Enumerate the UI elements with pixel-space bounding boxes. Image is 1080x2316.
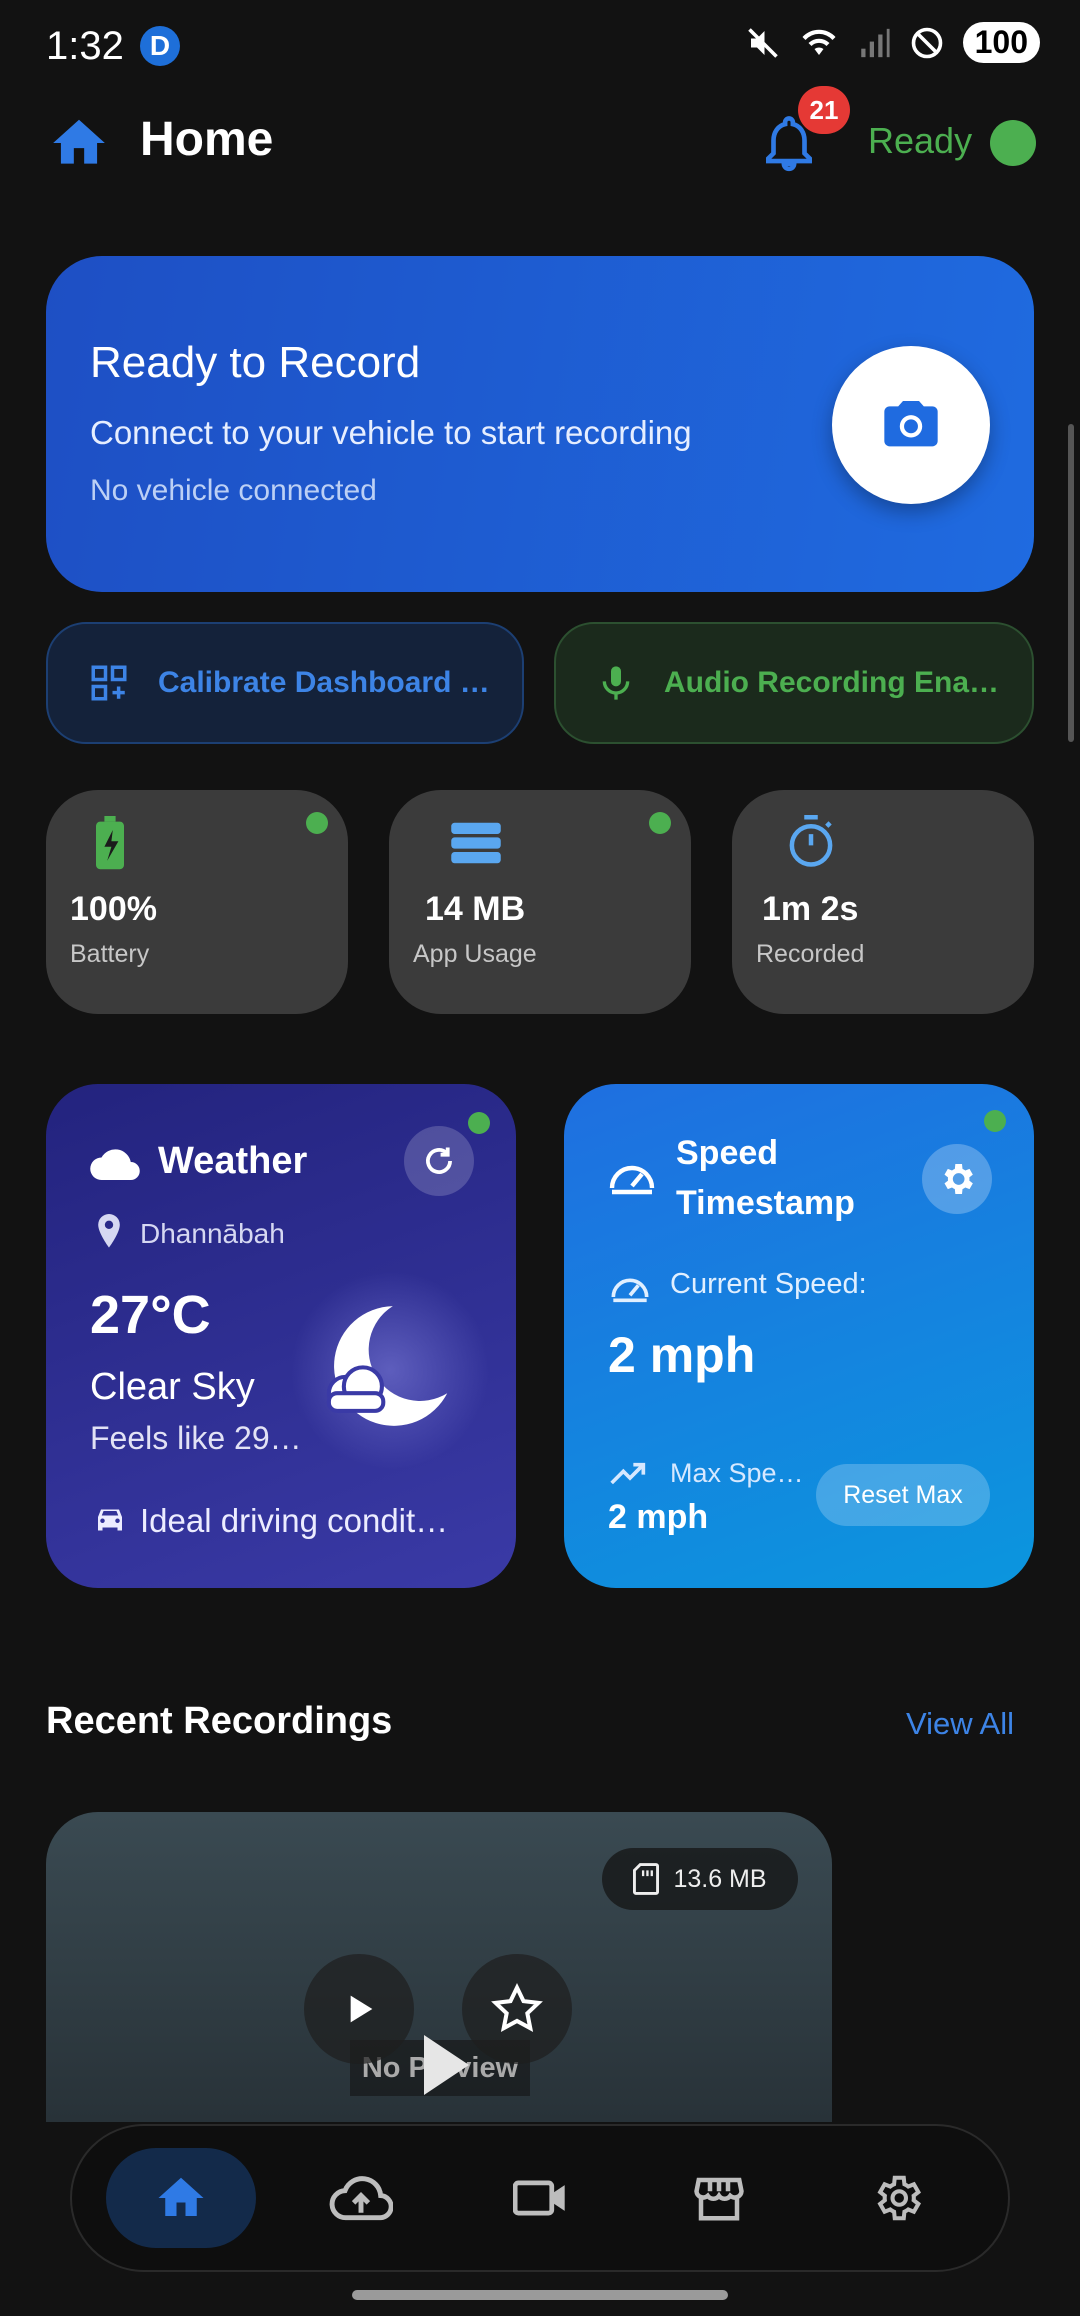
file-size: 13.6 MB	[673, 1864, 767, 1893]
star-icon	[491, 1982, 543, 2032]
favorite-button[interactable]	[462, 1954, 572, 2064]
home-icon[interactable]	[48, 112, 110, 174]
calibrate-label: Calibrate Dashboard …	[158, 666, 490, 699]
gesture-bar[interactable]	[352, 2290, 728, 2300]
battery-charging-icon	[96, 816, 124, 870]
audio-label: Audio Recording Ena…	[664, 666, 1000, 699]
record-note: No vehicle connected	[90, 474, 377, 507]
speedometer-small-icon	[611, 1278, 649, 1303]
stat-label: Recorded	[756, 940, 865, 968]
stat-label: App Usage	[413, 940, 537, 968]
audio-recording-button[interactable]: Audio Recording Ena…	[554, 622, 1034, 744]
home-icon	[158, 2177, 204, 2216]
weather-temperature: 27°C	[90, 1285, 211, 1345]
nav-video[interactable]	[466, 2148, 616, 2248]
cloud-icon	[90, 1149, 140, 1180]
speed-title: Speed Timestamp	[676, 1128, 855, 1228]
camera-icon	[884, 401, 938, 447]
settings-icon	[877, 2175, 922, 2221]
record-subtitle: Connect to your vehicle to start recordi…	[90, 414, 692, 451]
weather-live-dot	[468, 1112, 490, 1134]
stat-tile-recorded: 1m 2s Recorded	[732, 790, 1034, 1014]
do-not-disturb-icon	[911, 27, 942, 58]
weather-feels-like: Feels like 29…	[90, 1420, 302, 1456]
record-title: Ready to Record	[90, 338, 421, 387]
speed-settings-button[interactable]	[922, 1144, 992, 1214]
status-time: 1:32	[46, 24, 124, 68]
stat-tile-battery: 100% Battery	[46, 790, 348, 1014]
nav-settings[interactable]	[822, 2148, 972, 2248]
weather-location: Dhannābah	[140, 1218, 285, 1249]
speedometer-icon	[609, 1165, 655, 1195]
nav-cloud-upload[interactable]	[286, 2148, 436, 2248]
microphone-icon	[602, 666, 630, 700]
weather-title: Weather	[158, 1140, 308, 1182]
signal-icon	[860, 28, 890, 57]
trending-up-icon	[610, 1462, 646, 1485]
view-all-link[interactable]: View All	[906, 1706, 1014, 1742]
nav-home[interactable]	[106, 2148, 256, 2248]
location-pin-icon	[98, 1214, 120, 1248]
weather-refresh-button[interactable]	[404, 1126, 474, 1196]
video-camera-icon	[513, 2180, 565, 2216]
car-icon	[98, 1509, 122, 1531]
storage-icon	[451, 822, 501, 864]
scrollbar[interactable]	[1068, 424, 1074, 742]
record-camera-button[interactable]	[832, 346, 990, 504]
connection-status-text: Ready	[868, 120, 973, 161]
weather-description: Clear Sky	[90, 1366, 255, 1408]
file-size-badge: 13.6 MB	[602, 1848, 798, 1910]
calibrate-dashboard-button[interactable]: Calibrate Dashboard …	[46, 622, 524, 744]
moon-cloud-icon	[326, 1306, 448, 1426]
current-speed-value: 2 mph	[608, 1327, 756, 1383]
battery-level: 100	[962, 22, 1040, 63]
mute-icon	[747, 27, 778, 58]
active-dot	[306, 812, 328, 834]
recent-recordings-title: Recent Recordings	[46, 1700, 393, 1742]
preview-play-icon	[424, 2035, 469, 2095]
max-speed-label: Max Spe…	[670, 1458, 804, 1488]
sd-card-icon	[633, 1863, 660, 1895]
current-speed-label: Current Speed:	[670, 1268, 867, 1300]
cloud-upload-icon	[329, 2176, 393, 2221]
active-dot	[649, 812, 671, 834]
dashboard-add-icon	[91, 665, 127, 701]
speed-title-line1: Speed	[676, 1134, 779, 1172]
reset-max-button[interactable]: Reset Max	[816, 1464, 990, 1526]
timer-icon	[789, 815, 833, 867]
status-indicator-dot	[990, 120, 1036, 166]
nav-store[interactable]	[644, 2148, 794, 2248]
refresh-icon	[426, 1147, 452, 1174]
max-speed-value: 2 mph	[608, 1498, 709, 1536]
status-icons: 100	[745, 22, 1040, 63]
gear-icon	[944, 1164, 973, 1194]
store-icon	[694, 2177, 744, 2221]
app-notification-icon: D	[140, 26, 180, 66]
stat-tile-app-usage: 14 MB App Usage	[389, 790, 691, 1014]
speed-title-line2: Timestamp	[676, 1184, 855, 1222]
stat-value: 1m 2s	[762, 890, 859, 928]
stat-label: Battery	[70, 940, 150, 968]
speed-live-dot	[984, 1110, 1006, 1132]
play-recording-button[interactable]	[304, 1954, 414, 2064]
notification-badge: 21	[798, 86, 850, 134]
driving-conditions: Ideal driving condit…	[140, 1502, 449, 1539]
play-icon	[350, 1995, 373, 2023]
page-title: Home	[140, 113, 274, 166]
stat-value: 14 MB	[425, 890, 526, 928]
wifi-icon	[802, 29, 836, 55]
stat-value: 100%	[70, 890, 157, 928]
